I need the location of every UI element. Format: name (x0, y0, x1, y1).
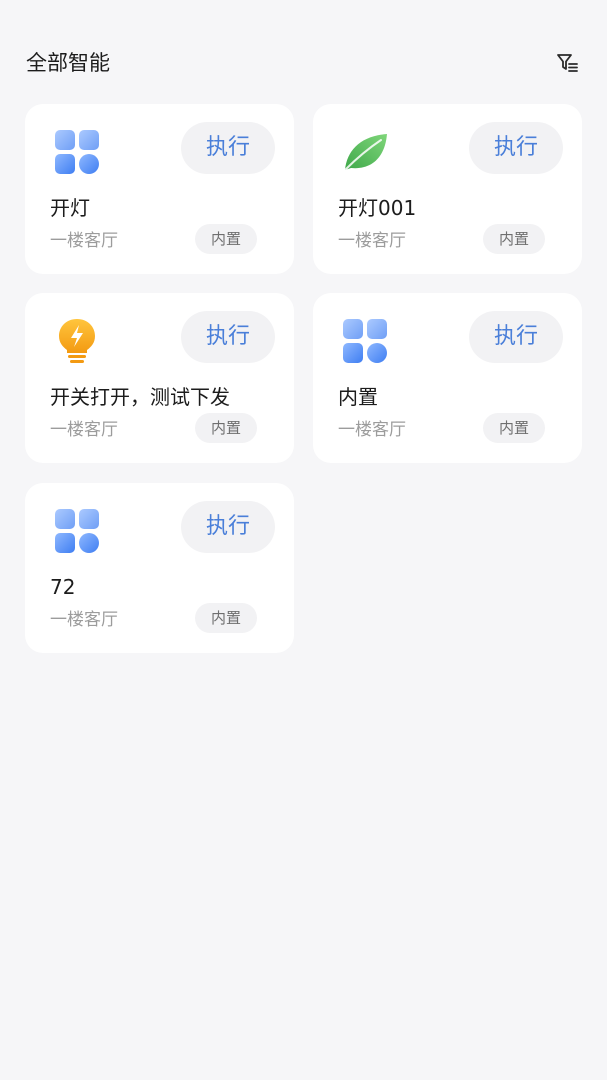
builtin-tag: 内置 (195, 224, 257, 254)
scene-card[interactable]: 执行 内置 一楼客厅 内置 (313, 293, 582, 463)
scene-card[interactable]: 执行 开灯 一楼客厅 内置 (25, 104, 294, 274)
execute-button[interactable]: 执行 (469, 122, 563, 174)
lightbulb-icon (59, 319, 95, 363)
execute-button[interactable]: 执行 (181, 122, 275, 174)
scene-room: 一楼客厅 (50, 420, 118, 440)
filter-button[interactable] (554, 50, 580, 76)
filter-list-icon (557, 54, 578, 72)
execute-button[interactable]: 执行 (181, 311, 275, 363)
scene-card[interactable]: 执行 开灯001 一楼客厅 内置 (313, 104, 582, 274)
scene-name: 内置 (338, 385, 378, 409)
builtin-tag: 内置 (483, 413, 545, 443)
grid-apps-icon (343, 319, 387, 363)
scene-name: 72 (50, 575, 76, 599)
page-title: 全部智能 (26, 51, 110, 75)
scene-name: 开关打开，测试下发 (50, 385, 230, 409)
scene-room: 一楼客厅 (338, 420, 406, 440)
builtin-tag: 内置 (195, 603, 257, 633)
builtin-tag: 内置 (195, 413, 257, 443)
scene-name: 开灯 (50, 196, 90, 220)
scene-name: 开灯001 (338, 196, 417, 220)
leaf-icon (344, 134, 387, 171)
grid-apps-icon (55, 509, 99, 553)
scene-room: 一楼客厅 (338, 231, 406, 251)
header: 全部智能 (0, 0, 607, 104)
grid-apps-icon (55, 130, 99, 174)
execute-button[interactable]: 执行 (181, 501, 275, 553)
builtin-tag: 内置 (483, 224, 545, 254)
scene-room: 一楼客厅 (50, 610, 118, 630)
scene-room: 一楼客厅 (50, 231, 118, 251)
scene-card[interactable]: 执行 72 一楼客厅 内置 (25, 483, 294, 653)
scene-card[interactable]: 执行 开关打开，测试下发 一楼客厅 内置 (25, 293, 294, 463)
execute-button[interactable]: 执行 (469, 311, 563, 363)
